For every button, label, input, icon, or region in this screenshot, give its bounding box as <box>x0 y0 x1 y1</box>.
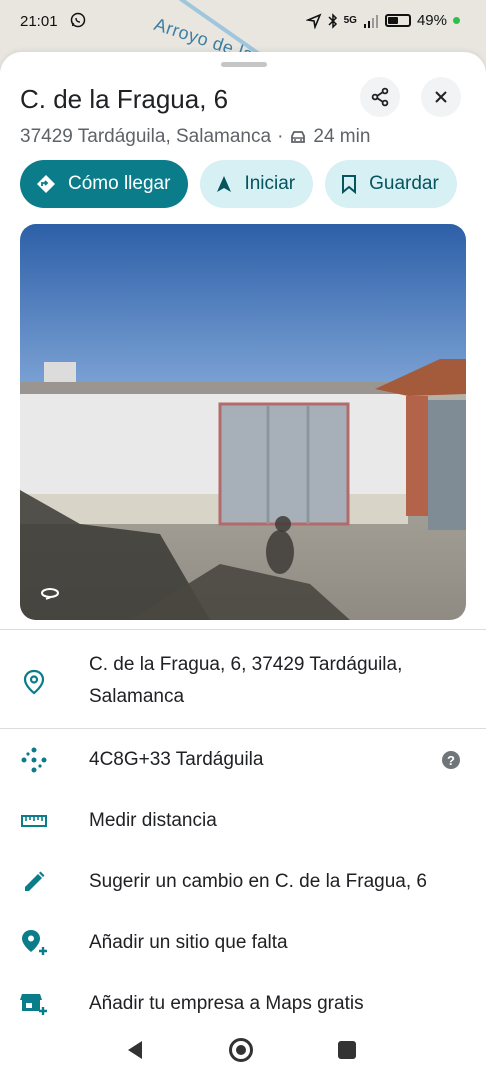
action-chips: Cómo llegar Iniciar Guardar <box>20 160 457 208</box>
place-subtitle: 37429 Tardáguila, Salamanca · 24 min <box>20 126 370 148</box>
address-row[interactable]: C. de la Fragua, 6, 37429 Tardáguila, Sa… <box>0 636 486 728</box>
bookmark-icon <box>342 175 357 194</box>
place-title: C. de la Fragua, 6 <box>20 84 229 114</box>
pencil-icon <box>20 868 48 896</box>
share-button[interactable] <box>360 77 400 117</box>
directions-button[interactable]: Cómo llegar <box>20 160 189 208</box>
back-icon[interactable] <box>126 1040 144 1060</box>
place-sheet: C. de la Fragua, 6 37429 Tardáguila, Sal… <box>0 52 486 1080</box>
charging-dot <box>453 17 460 24</box>
car-icon <box>291 131 306 143</box>
start-button[interactable]: Iniciar <box>200 160 314 208</box>
save-button[interactable]: Guardar <box>325 160 457 208</box>
street-view-photo[interactable] <box>20 224 466 620</box>
address-line-1: C. de la Fragua, 6, 37429 Tardáguila, <box>89 654 403 675</box>
suggest-edit-text: Sugerir un cambio en C. de la Fragua, 6 <box>89 871 427 892</box>
subtitle-separator: · <box>277 126 284 147</box>
start-label: Iniciar <box>244 173 296 194</box>
location-pin-icon <box>20 668 48 696</box>
address-text: C. de la Fragua, 6, 37429 Tardáguila, Sa… <box>89 649 402 713</box>
network-type: 5G <box>343 15 357 26</box>
divider <box>0 728 486 729</box>
signal-icon <box>363 14 378 28</box>
directions-label: Cómo llegar <box>68 173 171 194</box>
street-view-360-icon <box>41 588 59 600</box>
bluetooth-icon <box>328 12 337 29</box>
add-place-text: Añadir un sitio que falta <box>89 932 288 953</box>
battery-percent: 49% <box>416 12 447 29</box>
battery-icon <box>384 14 411 27</box>
ruler-icon <box>20 807 48 835</box>
drive-time: 24 min <box>313 126 371 147</box>
status-bar: 21:01 5G 49% <box>0 0 486 44</box>
navigation-arrow-icon <box>217 176 232 192</box>
sheet-drag-handle[interactable] <box>221 62 267 67</box>
divider <box>0 629 486 630</box>
street-view-image <box>20 224 466 620</box>
home-icon[interactable] <box>229 1038 253 1062</box>
plus-code-row[interactable]: 4C8G+33 Tardáguila ? <box>0 732 486 788</box>
plus-code-icon <box>20 746 48 774</box>
status-time: 21:01 <box>20 13 58 30</box>
plus-code-text: 4C8G+33 Tardáguila <box>89 749 264 770</box>
system-nav-bar <box>0 1024 486 1080</box>
save-label: Guardar <box>369 173 439 194</box>
status-icons: 5G 49% <box>305 12 460 29</box>
add-business-text: Añadir tu empresa a Maps gratis <box>89 993 364 1014</box>
whatsapp-icon <box>70 12 86 28</box>
address-line-2: Salamanca <box>89 686 185 707</box>
add-business-icon <box>20 990 48 1018</box>
close-icon <box>435 91 447 103</box>
suggest-edit-row[interactable]: Sugerir un cambio en C. de la Fragua, 6 <box>0 854 486 910</box>
help-icon[interactable]: ? <box>442 751 460 769</box>
location-arrow-icon <box>305 13 322 29</box>
place-address-short: 37429 Tardáguila, Salamanca <box>20 126 272 147</box>
recents-icon[interactable] <box>338 1041 356 1059</box>
measure-distance-text: Medir distancia <box>89 810 217 831</box>
directions-diamond-icon <box>37 175 55 193</box>
add-place-row[interactable]: Añadir un sitio que falta <box>0 915 486 971</box>
add-location-icon <box>20 929 48 957</box>
measure-distance-row[interactable]: Medir distancia <box>0 793 486 849</box>
close-button[interactable] <box>421 77 461 117</box>
share-icon <box>371 87 389 107</box>
